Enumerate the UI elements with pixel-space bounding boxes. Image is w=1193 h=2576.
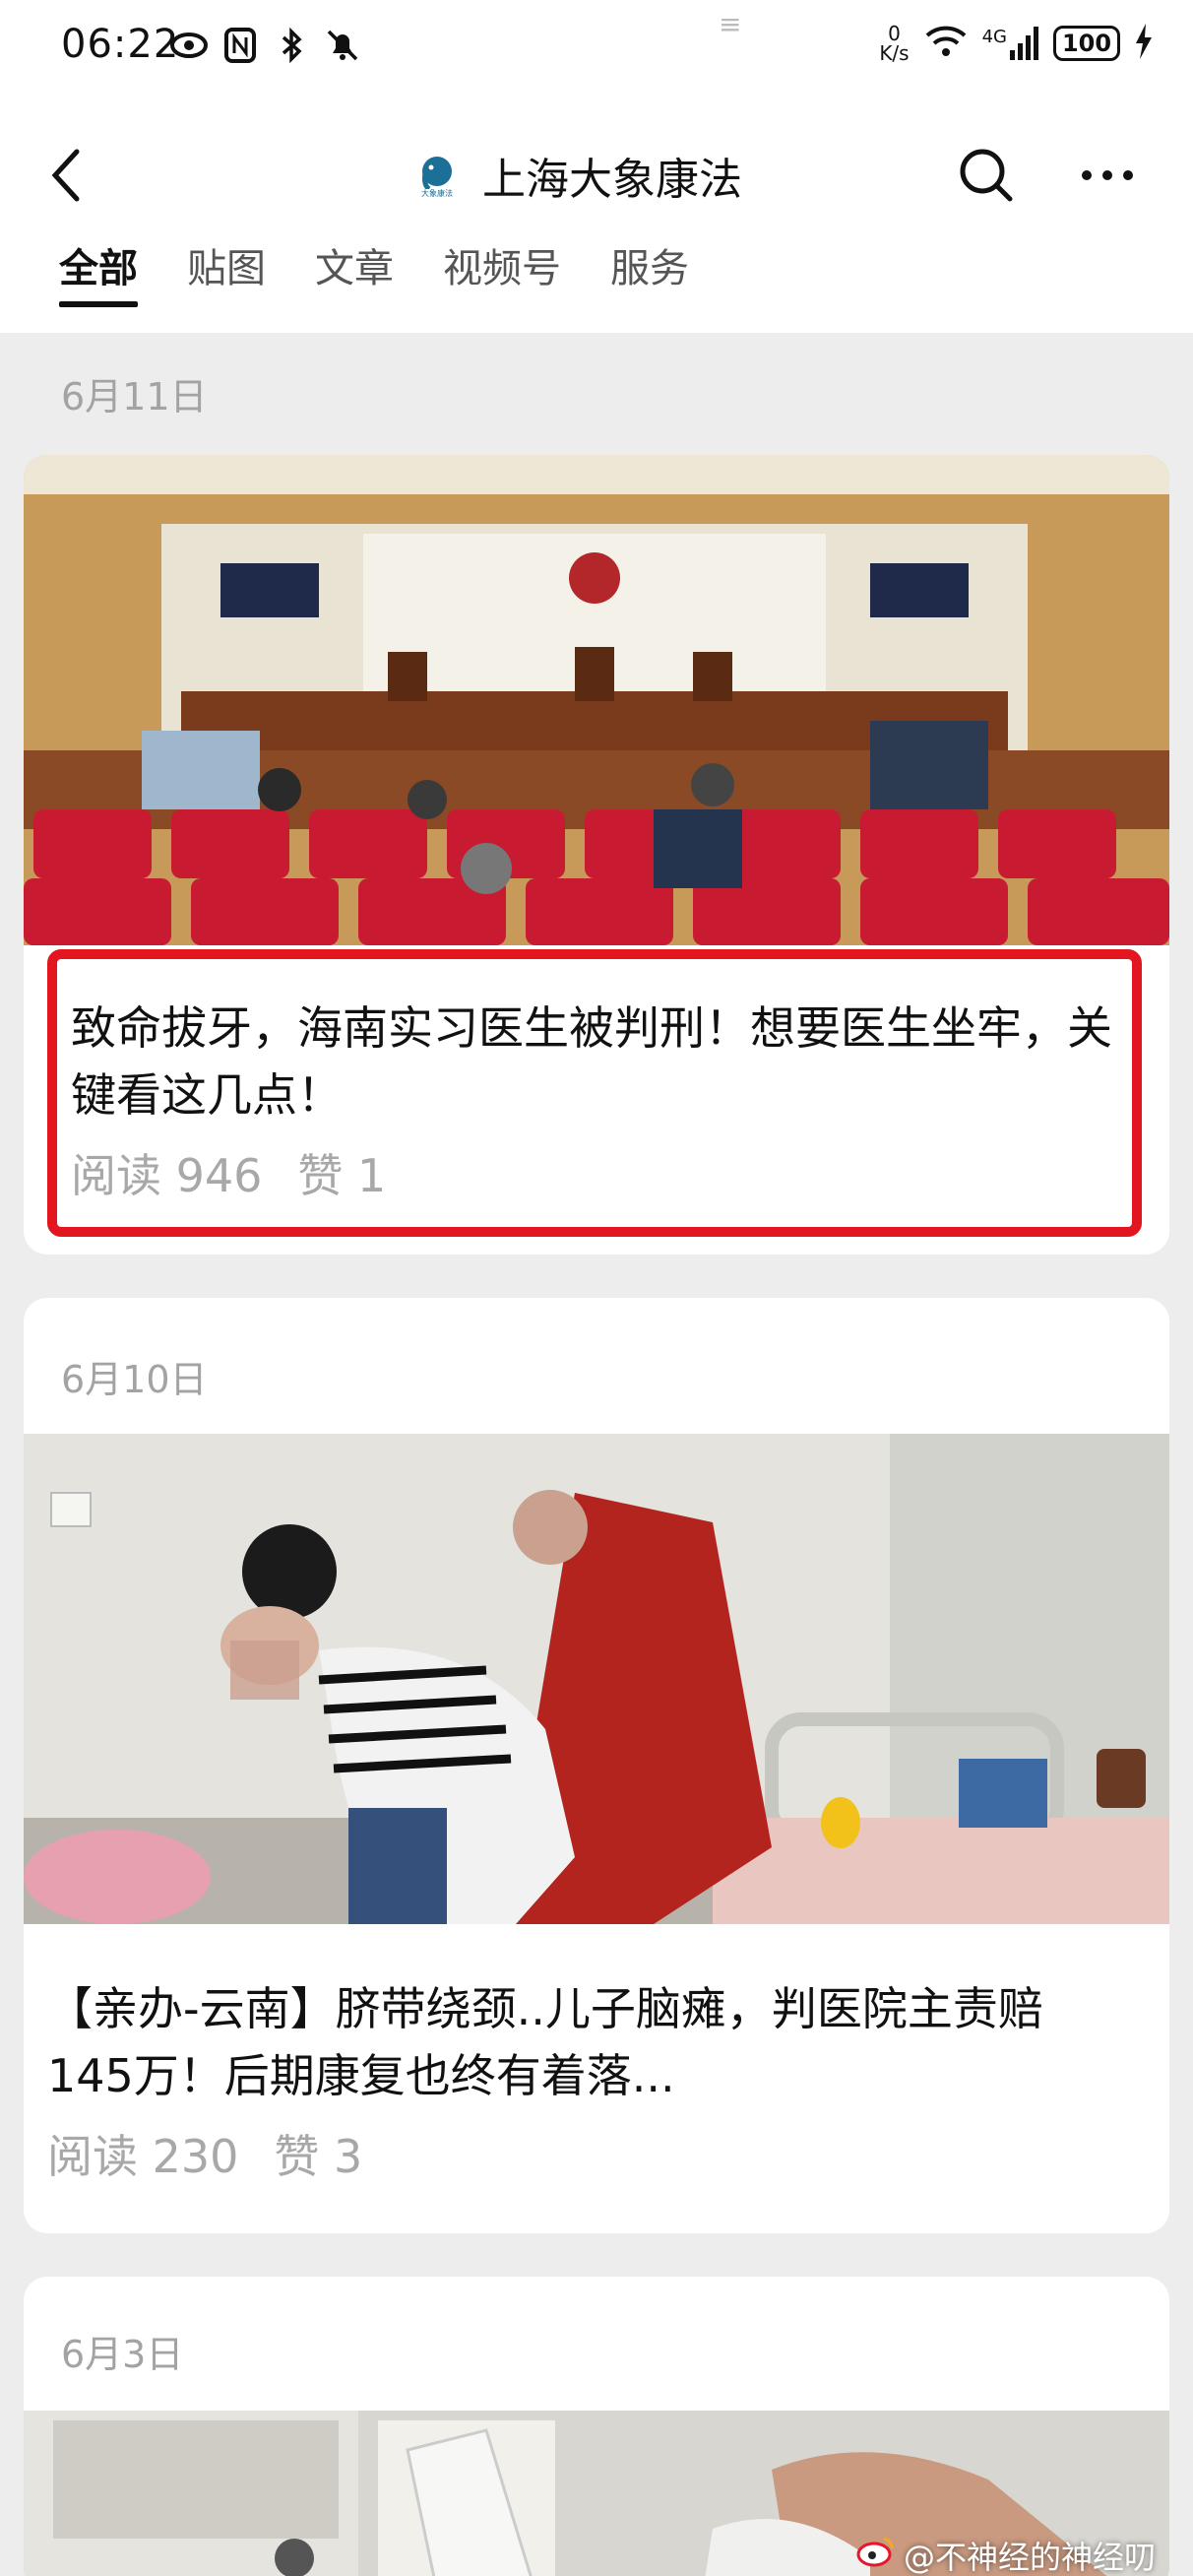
mother-child-photo — [24, 1434, 1169, 1924]
more-options-icon[interactable] — [1073, 144, 1142, 207]
battery-indicator: 100 — [1053, 26, 1120, 61]
post-stats: 阅读 230 赞 3 — [47, 2121, 362, 2186]
mute-bell-icon — [323, 26, 362, 65]
elephant-logo-icon: 大象康法 — [413, 152, 461, 199]
watermark: @不神经的神经叨 — [856, 2533, 1156, 2576]
post-date: 6月10日 — [61, 1358, 208, 1401]
charging-icon — [1134, 24, 1154, 63]
nfc-icon — [220, 26, 260, 65]
navigation-header: 大象康法 上海大象康法 — [0, 128, 1193, 226]
status-bar: 06:22 0 K/s 4G 100 — [0, 0, 1193, 98]
wifi-icon — [923, 22, 969, 65]
status-icons-left — [169, 26, 362, 65]
page-title: 上海大象康法 — [482, 155, 742, 205]
bandage-photo: @不神经的神经叨 — [24, 2411, 1169, 2576]
tab-overflow-icon[interactable]: ≡ — [719, 8, 741, 40]
account-title[interactable]: 大象康法 上海大象康法 — [413, 144, 742, 207]
post-card-3[interactable]: 6月3日 @不神经的神经叨 — [24, 2277, 1169, 2576]
network-type: 4G — [981, 27, 1007, 47]
net-speed-unit: K/s — [879, 41, 910, 65]
back-arrow-icon[interactable] — [39, 146, 98, 205]
post-date: 6月3日 — [61, 2333, 184, 2376]
search-icon[interactable] — [955, 144, 1018, 207]
like-count: 赞 3 — [274, 2130, 363, 2183]
status-time: 06:22 — [61, 22, 180, 67]
eye-icon — [169, 26, 209, 65]
category-tabs: 全部 贴图 文章 视频号 服务 — [59, 236, 689, 307]
tab-channels[interactable]: 视频号 — [443, 236, 561, 307]
tab-articles[interactable]: 文章 — [315, 236, 394, 307]
net-speed-value: 0 — [888, 22, 901, 45]
highlight-box — [47, 949, 1142, 1237]
cellular-signal-icon: 4G — [982, 27, 1039, 60]
post-title[interactable]: 【亲办-云南】脐带绕颈..儿子脑瘫，判医院主责赔145万！后期康复也终有着落..… — [47, 1975, 1110, 2109]
tab-all[interactable]: 全部 — [59, 236, 138, 307]
post-date: 6月11日 — [61, 375, 208, 419]
courtroom-photo — [24, 455, 1169, 945]
watermark-text: @不神经的神经叨 — [903, 2539, 1156, 2576]
status-icons-right: 0 K/s 4G 100 — [879, 22, 1154, 65]
net-speed: 0 K/s — [879, 24, 909, 63]
logo-text: 大象康法 — [421, 188, 453, 198]
post-card-2[interactable]: 6月10日 【亲办-云南】脐带绕颈..儿子脑瘫，判医院主责赔145万！后期康复也… — [24, 1298, 1169, 2233]
weibo-icon — [856, 2535, 896, 2576]
top-bar: 06:22 0 K/s 4G 100 大象康法 上海大象康法 全部 贴图 文章 … — [0, 0, 1193, 333]
tab-images[interactable]: 贴图 — [187, 236, 266, 307]
read-count: 阅读 230 — [47, 2130, 239, 2183]
bluetooth-icon — [272, 26, 311, 65]
tab-services[interactable]: 服务 — [610, 236, 689, 307]
